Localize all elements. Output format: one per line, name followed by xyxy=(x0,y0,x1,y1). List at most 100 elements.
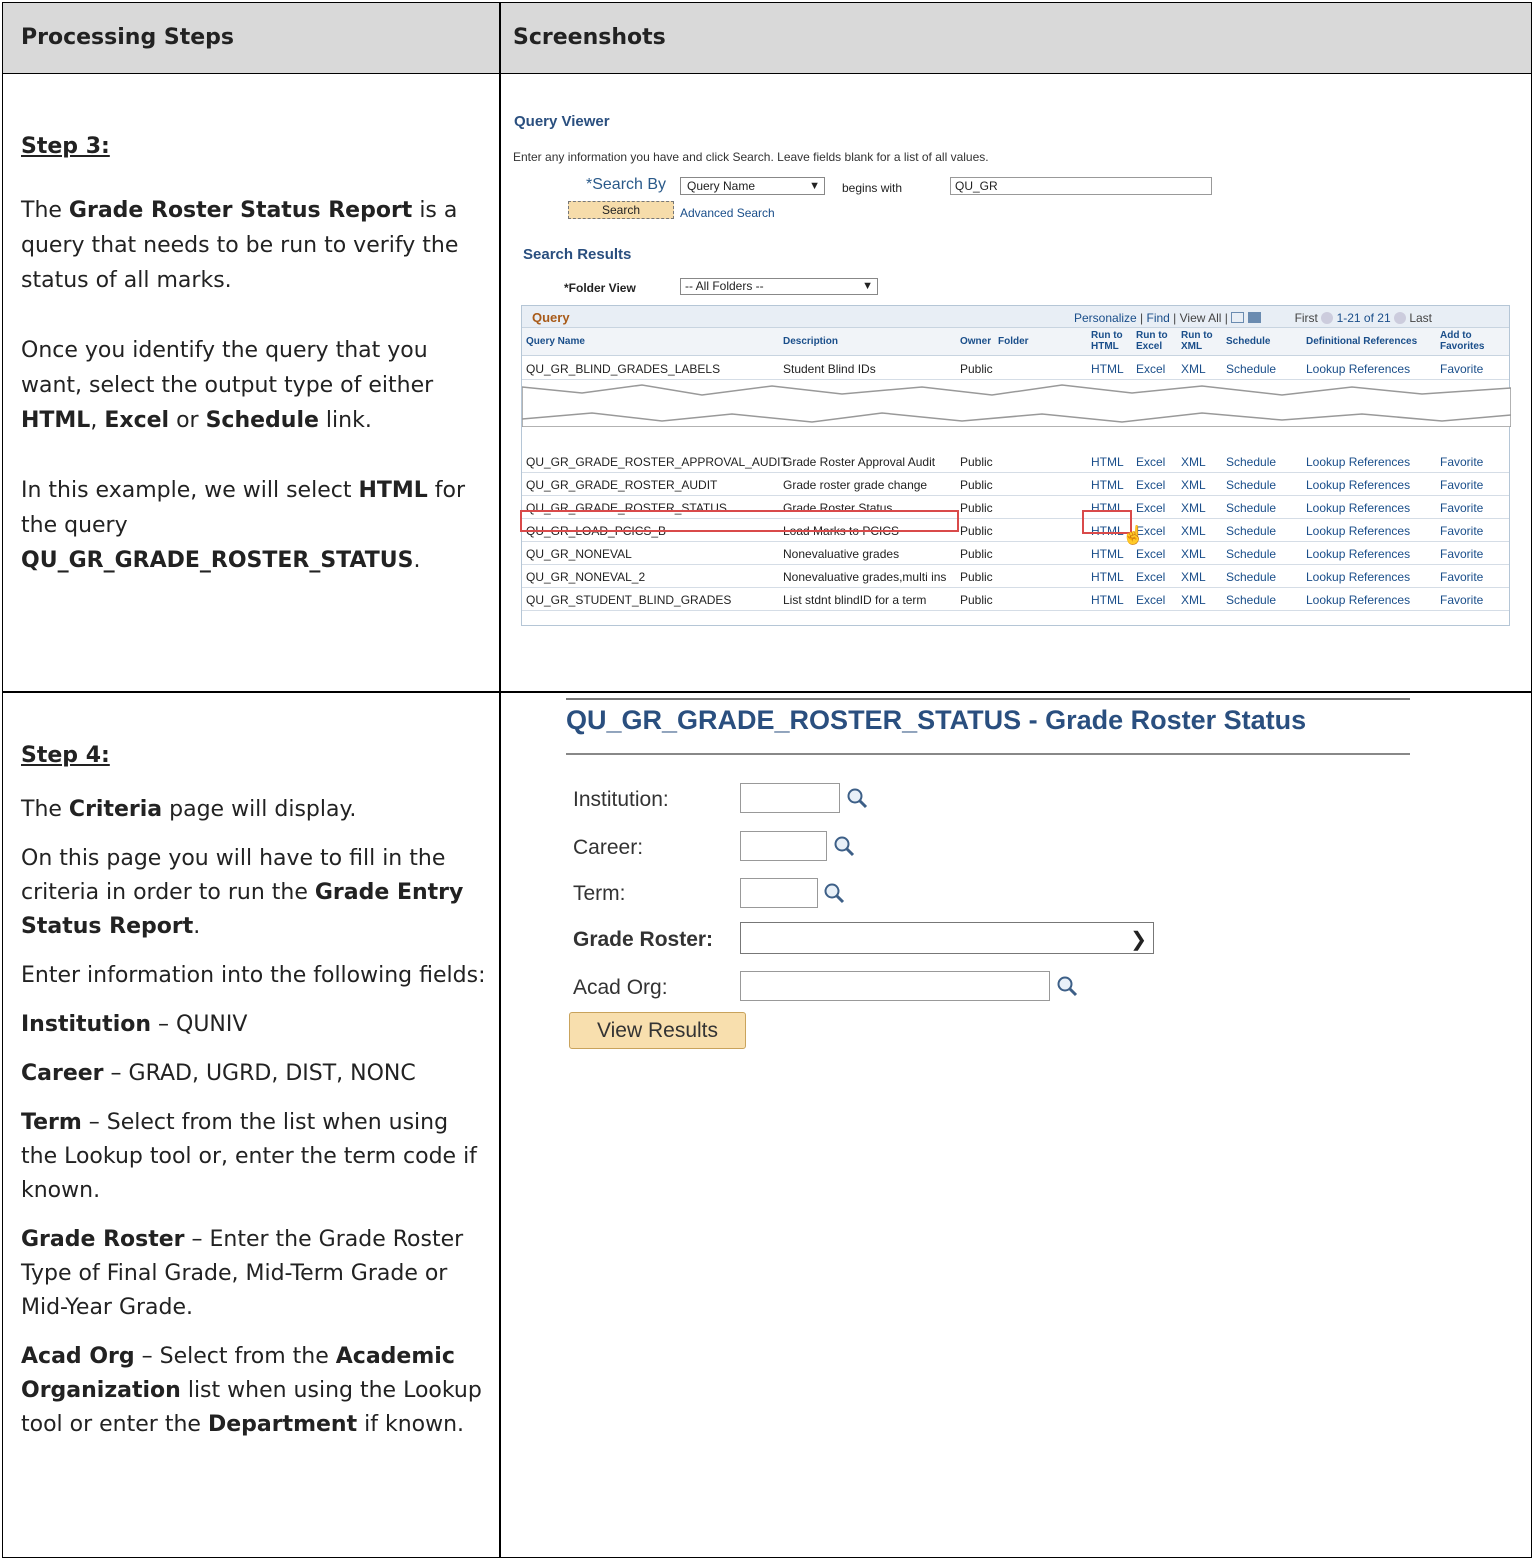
favorite-link[interactable]: Favorite xyxy=(1440,547,1483,561)
query-name-cell: QU_GR_GRADE_ROSTER_AUDIT xyxy=(526,478,718,492)
favorite-link[interactable]: Favorite xyxy=(1440,501,1483,515)
hand-cursor-icon: ☝ xyxy=(1122,525,1145,545)
search-icon[interactable] xyxy=(846,787,868,809)
career-input[interactable] xyxy=(740,831,827,861)
grid-icon[interactable] xyxy=(1247,312,1261,323)
step4-text: Step 4: The Criteria page will display. … xyxy=(21,739,486,1442)
description-cell: Grade Roster Approval Audit xyxy=(783,455,936,469)
personalize-link[interactable]: Personalize xyxy=(1074,311,1137,325)
step4-paragraph-1: The Criteria page will display. xyxy=(21,797,357,822)
xml-link[interactable]: XML xyxy=(1181,478,1206,492)
xml-link[interactable]: XML xyxy=(1181,362,1206,376)
xml-link[interactable]: XML xyxy=(1181,501,1206,515)
term-input[interactable] xyxy=(740,878,818,908)
schedule-link[interactable]: Schedule xyxy=(1226,362,1276,376)
xml-link[interactable]: XML xyxy=(1181,570,1206,584)
xml-link[interactable]: XML xyxy=(1181,593,1206,607)
lookup-references-link[interactable]: Lookup References xyxy=(1306,362,1410,376)
torn-edge-separator xyxy=(521,383,1512,428)
schedule-link[interactable]: Schedule xyxy=(1226,478,1276,492)
chevron-down-icon: ❯ xyxy=(1130,929,1147,951)
query-results-grid: Query Personalize | Find | View All | Fi… xyxy=(521,305,1512,626)
xml-link[interactable]: XML xyxy=(1181,455,1206,469)
chevron-down-icon: ▼ xyxy=(862,280,873,292)
search-value-input[interactable]: QU_GR xyxy=(950,177,1212,195)
xml-link[interactable]: XML xyxy=(1181,524,1206,538)
download-icon[interactable] xyxy=(1231,312,1245,323)
search-results-title: Search Results xyxy=(523,246,632,263)
folder-view-select[interactable]: -- All Folders -- ▼ xyxy=(680,278,878,295)
search-button[interactable]: Search xyxy=(568,201,674,219)
next-arrow-icon[interactable] xyxy=(1393,312,1406,324)
description-cell: Nonevaluative grades xyxy=(783,547,900,561)
excel-link[interactable]: Excel xyxy=(1136,362,1165,376)
favorite-link[interactable]: Favorite xyxy=(1440,593,1483,607)
grade-roster-label: Grade Roster: xyxy=(573,928,714,951)
schedule-link[interactable]: Schedule xyxy=(1226,570,1276,584)
step4-acad-org: Acad Org – Select from the Academic Orga… xyxy=(21,1344,482,1437)
schedule-link[interactable]: Schedule xyxy=(1226,593,1276,607)
schedule-link[interactable]: Schedule xyxy=(1226,501,1276,515)
title-rule xyxy=(566,753,1410,755)
grid-nav: Personalize | Find | View All | First 1-… xyxy=(1074,311,1432,325)
html-link[interactable]: HTML xyxy=(1091,570,1124,584)
excel-link[interactable]: Excel xyxy=(1136,478,1165,492)
grade-roster-select[interactable]: ❯ xyxy=(740,922,1154,954)
institution-input[interactable] xyxy=(740,783,840,813)
col-header-processing-steps: Processing Steps xyxy=(21,25,234,50)
top-rule xyxy=(566,698,1410,700)
lookup-references-link[interactable]: Lookup References xyxy=(1306,547,1410,561)
find-link[interactable]: Find xyxy=(1147,311,1170,325)
lookup-references-link[interactable]: Lookup References xyxy=(1306,570,1410,584)
lookup-references-link[interactable]: Lookup References xyxy=(1306,501,1410,515)
search-icon[interactable] xyxy=(1056,975,1078,997)
html-link[interactable]: HTML xyxy=(1091,362,1124,376)
owner-cell: Public xyxy=(960,455,993,469)
step4-title: Step 4: xyxy=(21,743,110,768)
html-link[interactable]: HTML xyxy=(1091,547,1124,561)
lookup-references-link[interactable]: Lookup References xyxy=(1306,524,1410,538)
favorite-link[interactable]: Favorite xyxy=(1440,524,1483,538)
col-header-screenshots: Screenshots xyxy=(513,25,666,50)
favorite-link[interactable]: Favorite xyxy=(1440,478,1483,492)
view-results-button[interactable]: View Results xyxy=(569,1012,746,1049)
description-cell: Grade roster grade change xyxy=(783,478,928,492)
lookup-references-link[interactable]: Lookup References xyxy=(1306,455,1410,469)
step4-paragraph-3: Enter information into the following fie… xyxy=(21,963,486,988)
excel-link[interactable]: Excel xyxy=(1136,455,1165,469)
html-link[interactable]: HTML xyxy=(1091,455,1124,469)
operator-label: begins with xyxy=(842,181,903,195)
folder-view-label: *Folder View xyxy=(564,281,636,295)
favorite-link[interactable]: Favorite xyxy=(1440,455,1483,469)
lookup-references-link[interactable]: Lookup References xyxy=(1306,593,1410,607)
grid-column-headers: Query Name Description Owner Folder Run … xyxy=(522,328,1509,356)
html-link[interactable]: HTML xyxy=(1091,593,1124,607)
schedule-link[interactable]: Schedule xyxy=(1226,455,1276,469)
prev-arrow-icon[interactable] xyxy=(1321,312,1334,324)
excel-link[interactable]: Excel xyxy=(1136,547,1165,561)
excel-link[interactable]: Excel xyxy=(1136,501,1165,515)
lookup-references-link[interactable]: Lookup References xyxy=(1306,478,1410,492)
favorite-link[interactable]: Favorite xyxy=(1440,362,1483,376)
search-icon[interactable] xyxy=(823,882,845,904)
search-by-select[interactable]: Query Name ▼ xyxy=(680,177,825,195)
search-icon[interactable] xyxy=(833,835,855,857)
excel-link[interactable]: Excel xyxy=(1136,570,1165,584)
query-name-cell: QU_GR_STUDENT_BLIND_GRADES xyxy=(526,593,732,607)
html-link[interactable]: HTML xyxy=(1091,478,1124,492)
xml-link[interactable]: XML xyxy=(1181,547,1206,561)
step4-career: Career – GRAD, UGRD, DIST, NONC xyxy=(21,1061,416,1086)
query-name-cell: QU_GR_NONEVAL xyxy=(526,547,632,561)
favorite-link[interactable]: Favorite xyxy=(1440,570,1483,584)
term-label: Term: xyxy=(573,882,626,905)
table-row: QU_GR_NONEVAL_2 Nonevaluative grades,mult… xyxy=(522,565,1509,588)
schedule-link[interactable]: Schedule xyxy=(1226,547,1276,561)
acad-org-input[interactable] xyxy=(740,971,1050,1001)
schedule-link[interactable]: Schedule xyxy=(1226,524,1276,538)
table-row: QU_GR_STUDENT_BLIND_GRADES List stdnt bli… xyxy=(522,588,1509,611)
chevron-down-icon: ▼ xyxy=(809,180,820,192)
advanced-search-link[interactable]: Advanced Search xyxy=(680,206,775,220)
excel-link[interactable]: Excel xyxy=(1136,593,1165,607)
query-viewer-instructions: Enter any information you have and click… xyxy=(513,150,989,164)
column-divider xyxy=(499,3,501,1557)
